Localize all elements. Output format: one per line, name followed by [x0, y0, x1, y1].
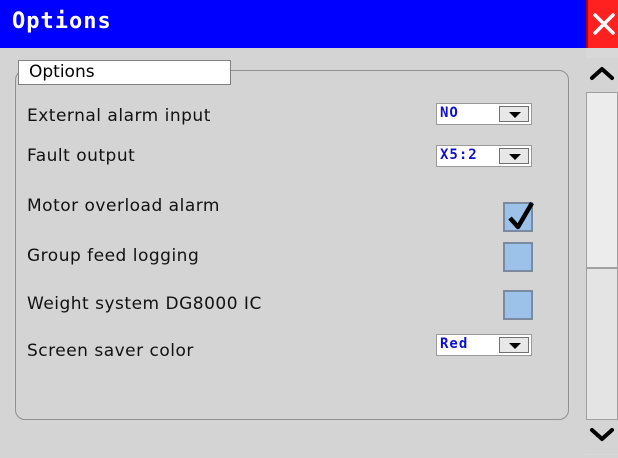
- scroll-up-button[interactable]: [586, 58, 618, 92]
- scroll-down-button[interactable]: [586, 420, 618, 454]
- weight-system-label: Weight system DG8000 IC: [27, 294, 262, 314]
- dropdown-arrow-icon[interactable]: [499, 106, 529, 122]
- scrollbar-thumb[interactable]: [586, 92, 618, 268]
- title-bar: Options: [0, 0, 618, 48]
- motor-overload-alarm-label: Motor overload alarm: [27, 196, 220, 216]
- weight-system-checkbox[interactable]: [503, 290, 533, 320]
- external-alarm-input-label: External alarm input: [27, 106, 211, 126]
- close-button[interactable]: [586, 0, 618, 48]
- screen-saver-color-label: Screen saver color: [27, 341, 194, 361]
- options-panel: Options External alarm input NO Fault ou…: [0, 48, 585, 455]
- chevron-up-icon: [590, 67, 614, 80]
- chevron-down-icon: [590, 428, 614, 441]
- fault-output-dropdown[interactable]: X5:2: [436, 145, 532, 167]
- dropdown-value: X5:2: [440, 147, 478, 163]
- group-feed-logging-checkbox[interactable]: [503, 242, 533, 272]
- scrollbar-track-lower[interactable]: [586, 268, 618, 420]
- motor-overload-alarm-checkbox[interactable]: [503, 201, 534, 232]
- dropdown-arrow-icon[interactable]: [499, 337, 529, 353]
- checkmark-icon: [508, 201, 534, 230]
- screen-saver-color-dropdown[interactable]: Red: [436, 334, 532, 356]
- group-feed-logging-label: Group feed logging: [27, 246, 200, 266]
- dropdown-arrow-icon[interactable]: [499, 148, 529, 164]
- group-title: Options: [18, 60, 231, 85]
- close-icon: [593, 13, 615, 35]
- dropdown-value: Red: [440, 336, 469, 352]
- external-alarm-input-dropdown[interactable]: NO: [436, 103, 532, 125]
- fault-output-label: Fault output: [27, 146, 136, 166]
- window-title: Options: [12, 9, 112, 34]
- dropdown-value: NO: [440, 105, 459, 121]
